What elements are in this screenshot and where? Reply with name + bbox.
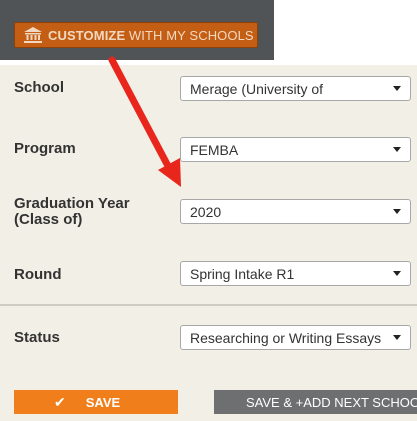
round-select-value: Spring Intake R1 — [190, 266, 295, 282]
status-select[interactable]: Researching or Writing Essays — [180, 325, 411, 350]
institution-icon — [24, 27, 42, 43]
customize-with-my-schools-button[interactable]: CUSTOMIZE WITH MY SCHOOLS — [14, 22, 258, 48]
school-form-panel — [0, 65, 417, 421]
program-label: Program — [14, 140, 76, 157]
save-button-label: SAVE — [85, 394, 121, 410]
status-select-value: Researching or Writing Essays — [190, 330, 382, 346]
chevron-down-icon — [393, 335, 401, 340]
round-label: Round — [14, 266, 62, 283]
school-select[interactable]: Merage (University of — [180, 76, 411, 101]
graduation-year-select[interactable]: 2020 — [180, 199, 411, 224]
chevron-down-icon — [393, 86, 401, 91]
chevron-down-icon — [393, 147, 401, 152]
checkmark-icon: ✔ — [54, 393, 66, 410]
next-button-label: SAVE & +ADD NEXT SCHOOL — [246, 395, 417, 410]
save-button[interactable]: ✔ SAVE — [14, 390, 178, 414]
graduation-year-label-line1: Graduation Year — [14, 195, 130, 212]
status-label: Status — [14, 329, 60, 346]
graduation-year-select-value: 2020 — [190, 204, 222, 220]
graduation-year-label-line2: (Class of) — [14, 211, 83, 228]
customize-label: CUSTOMIZE WITH MY SCHOOLS — [48, 27, 254, 43]
chevron-down-icon — [393, 271, 401, 276]
school-label: School — [14, 79, 65, 96]
round-select[interactable]: Spring Intake R1 — [180, 261, 411, 286]
program-select[interactable]: FEMBA — [180, 137, 411, 162]
school-select-value: Merage (University of — [190, 81, 324, 97]
chevron-down-icon — [393, 209, 401, 214]
save-and-add-next-school-button[interactable]: SAVE & +ADD NEXT SCHOOL — [214, 390, 417, 414]
graduation-year-label: Graduation Year (Class of) — [14, 196, 130, 228]
program-select-value: FEMBA — [190, 142, 239, 158]
top-banner: CUSTOMIZE WITH MY SCHOOLS — [0, 0, 274, 60]
section-divider — [0, 304, 417, 306]
